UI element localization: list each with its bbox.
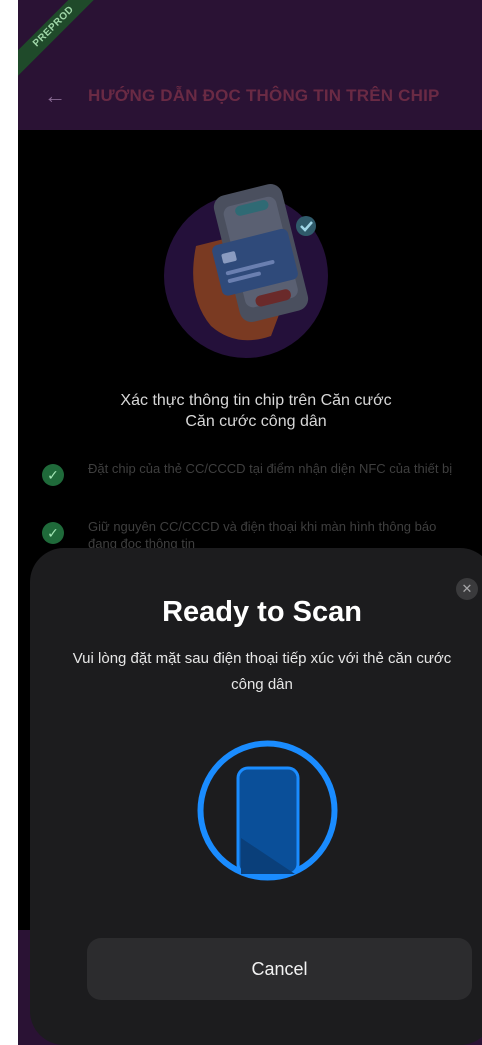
arrow-left-icon: ← [44,83,66,108]
cancel-button[interactable]: Cancel [87,938,472,1000]
check-icon: ✓ [42,464,64,486]
close-icon: ✕ [461,581,473,596]
phone-scan-icon [197,740,338,881]
step-item: ✓ Đặt chip của thẻ CC/CCCD tại điểm nhận… [36,460,476,486]
sheet-subtitle: Vui lòng đặt mặt sau điện thoại tiếp xúc… [72,650,452,693]
step-text: Giữ nguyên CC/CCCD và điện thoại khi màn… [88,519,437,551]
instruction-title-line1: Xác thực thông tin chip trên Căn cước [120,392,392,409]
app-screen: ← HƯỚNG DẪN ĐỌC THÔNG TIN TRÊN CHIP PREP… [18,0,482,1045]
app-header: ← HƯỚNG DẪN ĐỌC THÔNG TIN TRÊN CHIP [18,0,482,130]
instruction-title: Xác thực thông tin chip trên Căn cước Că… [38,390,474,432]
step-text: Đặt chip của thẻ CC/CCCD tại điểm nhận d… [88,461,453,476]
nfc-illustration [164,184,328,358]
nfc-scan-sheet: ✕ Ready to Scan Vui lòng đặt mặt sau điệ… [30,548,482,1045]
page-title: HƯỚNG DẪN ĐỌC THÔNG TIN TRÊN CHIP [88,86,440,105]
back-button[interactable]: ← [44,83,66,108]
instruction-title-line2: Căn cước công dân [185,413,327,430]
sheet-title: Ready to Scan [162,596,362,628]
step-item: ✓ Giữ nguyên CC/CCCD và điện thoại khi m… [36,518,476,552]
check-icon: ✓ [42,522,64,544]
